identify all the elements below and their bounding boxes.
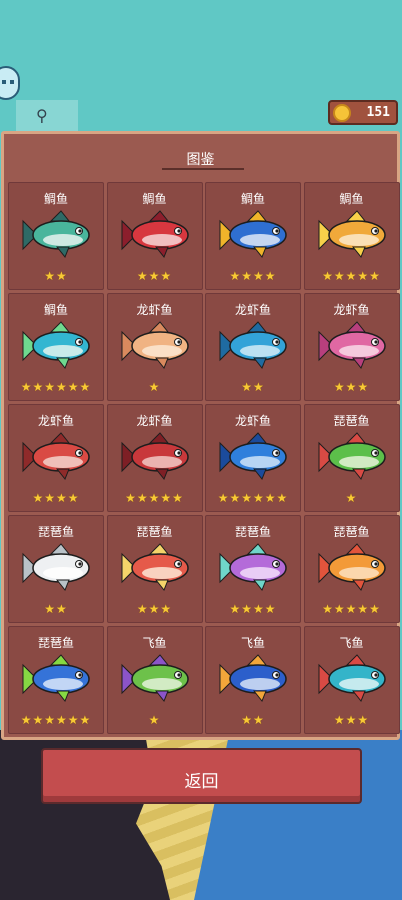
fish-card[interactable]: 龙虾鱼 ★★★ (303, 293, 400, 401)
star-rating: ★★★ (136, 602, 173, 616)
fish-card[interactable]: 龙虾鱼 ★★ (205, 293, 301, 401)
fish-sprite-icon (22, 321, 90, 369)
fish-card[interactable]: 飞鱼 ★ (106, 626, 203, 734)
fish-sprite-icon (318, 543, 386, 591)
fish-sprite-icon (121, 654, 189, 702)
fish-card[interactable]: 龙虾鱼 ★ (106, 293, 203, 401)
fish-card[interactable]: 鲷鱼 ★★★★★★ (8, 293, 104, 401)
fish-name: 琵琶鱼 (234, 525, 271, 539)
fish-sprite-icon (121, 210, 189, 258)
fish-card[interactable]: 龙虾鱼 ★★★★★ (106, 404, 203, 512)
fish-name: 琵琶鱼 (136, 525, 173, 539)
fish-name: 鲷鱼 (43, 303, 68, 317)
star-rating: ★★★★★★ (217, 491, 289, 505)
star-rating: ★★★ (136, 269, 173, 283)
fish-sprite-icon (22, 654, 90, 702)
fish-sprite-icon (22, 543, 90, 591)
coin-icon (333, 103, 351, 122)
fish-sprite-icon (219, 210, 287, 258)
fish-sprite-icon (318, 654, 386, 702)
coin-count: 151 (366, 105, 390, 120)
fish-name: 龙虾鱼 (136, 414, 173, 428)
fish-sprite-icon (121, 321, 189, 369)
fish-name: 龙虾鱼 (136, 303, 173, 317)
back-button[interactable]: 返回 (41, 748, 362, 804)
fish-card[interactable]: 鲷鱼 ★★★ (106, 182, 203, 290)
fish-sprite-icon (219, 654, 287, 702)
fish-name: 琵琶鱼 (37, 636, 74, 650)
star-rating: ★ (148, 380, 161, 394)
fish-sprite-icon (318, 321, 386, 369)
fish-card[interactable]: 琵琶鱼 ★★★ (106, 515, 203, 623)
fish-name: 飞鱼 (240, 636, 265, 650)
fish-name: 飞鱼 (339, 636, 364, 650)
fish-name: 龙虾鱼 (234, 303, 271, 317)
fish-name: 飞鱼 (142, 636, 167, 650)
fish-sprite-icon (219, 432, 287, 480)
title-divider (162, 168, 244, 170)
star-rating: ★★★★★★ (20, 380, 92, 394)
fish-name: 鲷鱼 (142, 192, 167, 206)
fish-name: 龙虾鱼 (333, 303, 370, 317)
star-rating: ★★★★ (229, 602, 277, 616)
star-rating: ★★ (241, 713, 265, 727)
fish-name: 琵琶鱼 (333, 525, 370, 539)
fish-card-grid: 鲷鱼 ★★ 鲷鱼 ★★★ 鲷鱼 ★★★★ 鲷鱼 ★★★★★ 鲷鱼 ★★★★★★ 龙虾鱼 ★ 龙虾鱼 ★★ 龙… (8, 182, 400, 736)
fish-card[interactable]: 琵琶鱼 ★★★★ (205, 515, 301, 623)
fish-name: 琵琶鱼 (333, 414, 370, 428)
back-button-label: 返回 (184, 772, 219, 791)
fish-name: 鲷鱼 (339, 192, 364, 206)
star-rating: ★★ (44, 602, 68, 616)
fish-sprite-icon (121, 543, 189, 591)
fishing-hook-icon: ⚲ (16, 100, 78, 134)
panel-title: 图鉴 (186, 151, 215, 167)
collection-panel: 图鉴 鲷鱼 ★★ 鲷鱼 ★★★ 鲷鱼 ★★★★ 鲷鱼 ★★★★★ 鲷鱼 ★★★★★★ 龙虾鱼 ★ 龙虾鱼… (1, 131, 400, 740)
fish-sprite-icon (318, 210, 386, 258)
fish-sprite-icon (219, 543, 287, 591)
star-rating: ★ (345, 491, 358, 505)
star-rating: ★★★★★ (125, 491, 184, 505)
star-rating: ★★★★ (229, 269, 277, 283)
fish-name: 鲷鱼 (240, 192, 265, 206)
fish-card[interactable]: 飞鱼 ★★ (205, 626, 301, 734)
star-rating: ★★★★★ (322, 269, 381, 283)
fish-sprite-icon (121, 432, 189, 480)
fish-card[interactable]: 鲷鱼 ★★★★ (205, 182, 301, 290)
coin-counter: 151 (328, 100, 398, 125)
fish-sprite-icon (22, 210, 90, 258)
star-rating: ★★ (241, 380, 265, 394)
fish-card[interactable]: 琵琶鱼 ★★★★★ (303, 515, 400, 623)
star-rating: ★★★ (333, 713, 370, 727)
star-rating: ★★★ (333, 380, 370, 394)
fish-card[interactable]: 飞鱼 ★★★ (303, 626, 400, 734)
star-rating: ★★★★★★ (20, 713, 92, 727)
fish-name: 龙虾鱼 (234, 414, 271, 428)
fish-card[interactable]: 龙虾鱼 ★★★★ (8, 404, 104, 512)
star-rating: ★★★★ (32, 491, 80, 505)
fish-card[interactable]: 琵琶鱼 ★★★★★★ (8, 626, 104, 734)
star-rating: ★ (148, 713, 161, 727)
fish-name: 龙虾鱼 (37, 414, 74, 428)
fish-name: 琵琶鱼 (37, 525, 74, 539)
fish-card[interactable]: 鲷鱼 ★★ (8, 182, 104, 290)
star-rating: ★★★★★ (322, 602, 381, 616)
fish-card[interactable]: 鲷鱼 ★★★★★ (303, 182, 400, 290)
star-rating: ★★ (44, 269, 68, 283)
fish-sprite-icon (318, 432, 386, 480)
fish-sprite-icon (219, 321, 287, 369)
fish-card[interactable]: 龙虾鱼 ★★★★★★ (205, 404, 301, 512)
fish-card[interactable]: 琵琶鱼 ★ (303, 404, 400, 512)
fish-name: 鲷鱼 (43, 192, 68, 206)
fish-sprite-icon (22, 432, 90, 480)
fish-card[interactable]: 琵琶鱼 ★★ (8, 515, 104, 623)
